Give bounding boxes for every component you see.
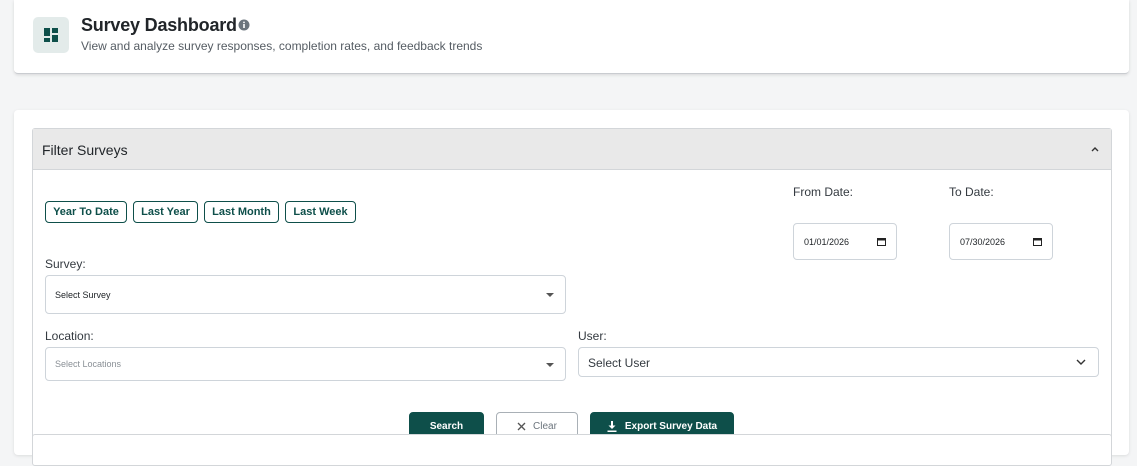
download-icon [607,421,617,432]
info-icon[interactable] [238,19,250,31]
dashboard-icon [33,17,69,53]
close-icon [517,422,526,431]
filter-panel-title: Filter Surveys [42,142,128,158]
main-card: Filter Surveys Year To Date Last Year La… [14,110,1129,466]
location-select-placeholder: Select Locations [55,359,122,369]
page-subtitle: View and analyze survey responses, compl… [81,39,483,53]
user-select-placeholder: Select User [588,356,651,370]
last-week-button[interactable]: Last Week [285,201,356,223]
from-date-input[interactable]: 01/01/2026 [793,223,897,260]
user-select[interactable]: Select User [578,347,1099,377]
caret-down-icon [546,363,554,367]
location-label: Location: [45,329,94,343]
calendar-icon[interactable] [877,237,886,246]
results-panel [32,434,1112,466]
to-date-label: To Date: [949,185,994,199]
to-date-input[interactable]: 07/30/2026 [949,223,1053,260]
survey-label: Survey: [45,257,86,271]
page-header: Survey Dashboard View and analyze survey… [14,0,1129,74]
filter-panel: Filter Surveys Year To Date Last Year La… [32,128,1112,450]
chevron-up-icon[interactable] [1089,143,1101,155]
from-date-label: From Date: [793,185,854,199]
survey-select-value: Select Survey [55,290,111,300]
chevron-down-icon [1076,359,1086,365]
filter-panel-header[interactable]: Filter Surveys [33,129,1111,170]
user-label: User: [578,329,607,343]
year-to-date-button[interactable]: Year To Date [45,201,127,223]
location-select[interactable]: Select Locations [45,347,566,381]
export-button-label: Export Survey Data [624,421,718,432]
from-date-value: 01/01/2026 [804,237,850,247]
calendar-icon[interactable] [1033,237,1042,246]
to-date-value: 07/30/2026 [960,237,1006,247]
page-title: Survey Dashboard [81,15,237,35]
survey-select[interactable]: Select Survey [45,275,566,314]
clear-button-label: Clear [533,421,557,432]
caret-down-icon [546,293,554,297]
last-month-button[interactable]: Last Month [204,201,279,223]
last-year-button[interactable]: Last Year [133,201,198,223]
